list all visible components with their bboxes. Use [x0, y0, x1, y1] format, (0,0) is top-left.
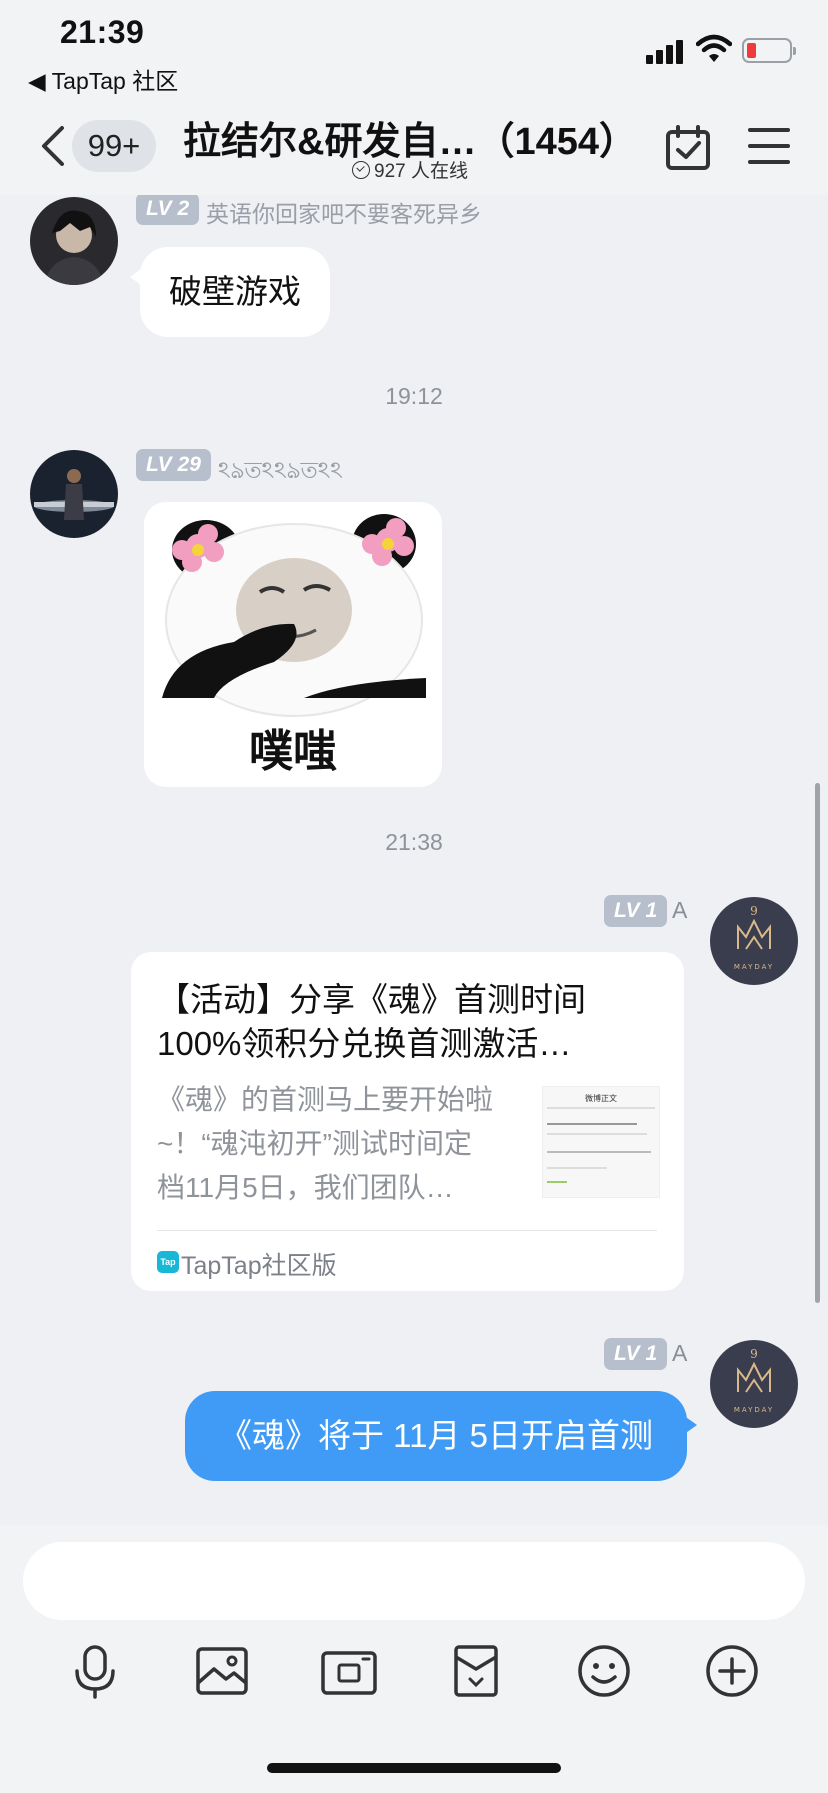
image-icon[interactable] — [190, 1639, 254, 1703]
timestamp: 19:12 — [385, 383, 443, 409]
nav-bar: 99+ 拉结尔&研发自…（1454） 927 人在线 — [0, 100, 828, 195]
card-thumbnail: 微博正文 — [542, 1086, 660, 1198]
cellular-signal-icon — [646, 38, 688, 64]
photo-camera-icon[interactable] — [317, 1639, 381, 1703]
input-area — [0, 1525, 828, 1793]
status-time: 21:39 — [60, 14, 145, 50]
card-divider — [157, 1230, 657, 1231]
battery-level — [747, 43, 756, 58]
scrollbar[interactable] — [815, 783, 820, 1303]
avatar[interactable] — [30, 450, 118, 538]
sender-nickname[interactable]: A — [672, 1340, 687, 1367]
sender-nickname[interactable]: 英语你回家吧不要客死异乡 — [206, 195, 482, 229]
avatar[interactable] — [30, 197, 118, 285]
panda-meme-sticker — [162, 514, 426, 717]
avatar[interactable]: 9 MAYDAY — [710, 1340, 798, 1428]
level-badge: LV 1 — [604, 895, 668, 927]
menu-icon[interactable] — [748, 126, 792, 166]
sticker-caption: 噗嗤 — [249, 727, 337, 776]
level-badge: LV 2 — [136, 195, 200, 225]
mayday-logo-avatar: 9 MAYDAY — [710, 897, 798, 985]
sticker-message[interactable]: 噗嗤 — [144, 502, 442, 787]
online-status: 927 人在线 — [160, 156, 660, 183]
taptap-icon: Tap — [157, 1251, 179, 1273]
wifi-icon — [696, 34, 732, 62]
svg-text:MAYDAY: MAYDAY — [734, 1406, 774, 1414]
back-chevron-icon[interactable] — [38, 124, 68, 168]
calendar-check-icon[interactable] — [664, 124, 712, 172]
avatar[interactable]: 9 MAYDAY — [710, 897, 798, 985]
timestamp: 21:38 — [385, 829, 443, 855]
emoji-icon[interactable] — [572, 1639, 636, 1703]
back-to-app-link[interactable]: ◀ TapTap 社区 — [28, 62, 178, 96]
svg-text:9: 9 — [750, 1347, 758, 1361]
home-indicator[interactable] — [267, 1763, 561, 1773]
online-label: 人在线 — [410, 161, 468, 182]
battery-icon — [742, 38, 796, 63]
message-bubble[interactable]: 《魂》将于 11月 5日开启首测 — [185, 1391, 697, 1481]
shared-link-card[interactable]: 【活动】分享《魂》首测时间100%领积分兑换首测激活… 《魂》的首测马上要开始啦… — [131, 952, 684, 1291]
card-title: 【活动】分享《魂》首测时间100%领积分兑换首测激活… — [157, 981, 586, 1062]
microphone-icon[interactable] — [63, 1639, 127, 1703]
plus-icon[interactable] — [700, 1639, 764, 1703]
status-bar: 21:39 ◀ TapTap 社区 — [0, 0, 828, 100]
card-description: 《魂》的首测马上要开始啦~！“魂沌初开”测试时间定档11月5日，我们团队… — [157, 1084, 494, 1203]
chat-message-list[interactable]: LV 2 英语你回家吧不要客死异乡 破壁游戏 19:12 LV 29 ঽঌতঽঽ… — [0, 195, 828, 1525]
level-badge: LV 1 — [604, 1338, 668, 1370]
svg-text:MAYDAY: MAYDAY — [734, 963, 774, 971]
message-input[interactable] — [23, 1542, 805, 1620]
online-count: 927 — [374, 161, 406, 182]
mayday-logo-avatar: 9 MAYDAY — [710, 1340, 798, 1428]
unread-count-badge[interactable]: 99+ — [72, 120, 156, 172]
message-bubble[interactable]: 破壁游戏 — [130, 247, 330, 337]
avatar-image — [30, 197, 118, 285]
svg-text:9: 9 — [750, 904, 758, 918]
avatar-image — [30, 450, 118, 538]
level-badge: LV 29 — [136, 449, 211, 481]
card-source: TapTap社区版 — [181, 1252, 337, 1280]
sender-nickname[interactable]: ঽঌতঽঽঌতঽঽ — [218, 452, 343, 491]
message-text: 《魂》将于 11月 5日开启首测 — [219, 1417, 653, 1454]
thumbnail-title: 微博正文 — [585, 1094, 617, 1103]
sticker-pack-icon[interactable] — [444, 1639, 508, 1703]
sender-nickname[interactable]: A — [672, 897, 687, 924]
online-check-icon — [352, 161, 370, 179]
message-text: 破壁游戏 — [169, 273, 301, 310]
